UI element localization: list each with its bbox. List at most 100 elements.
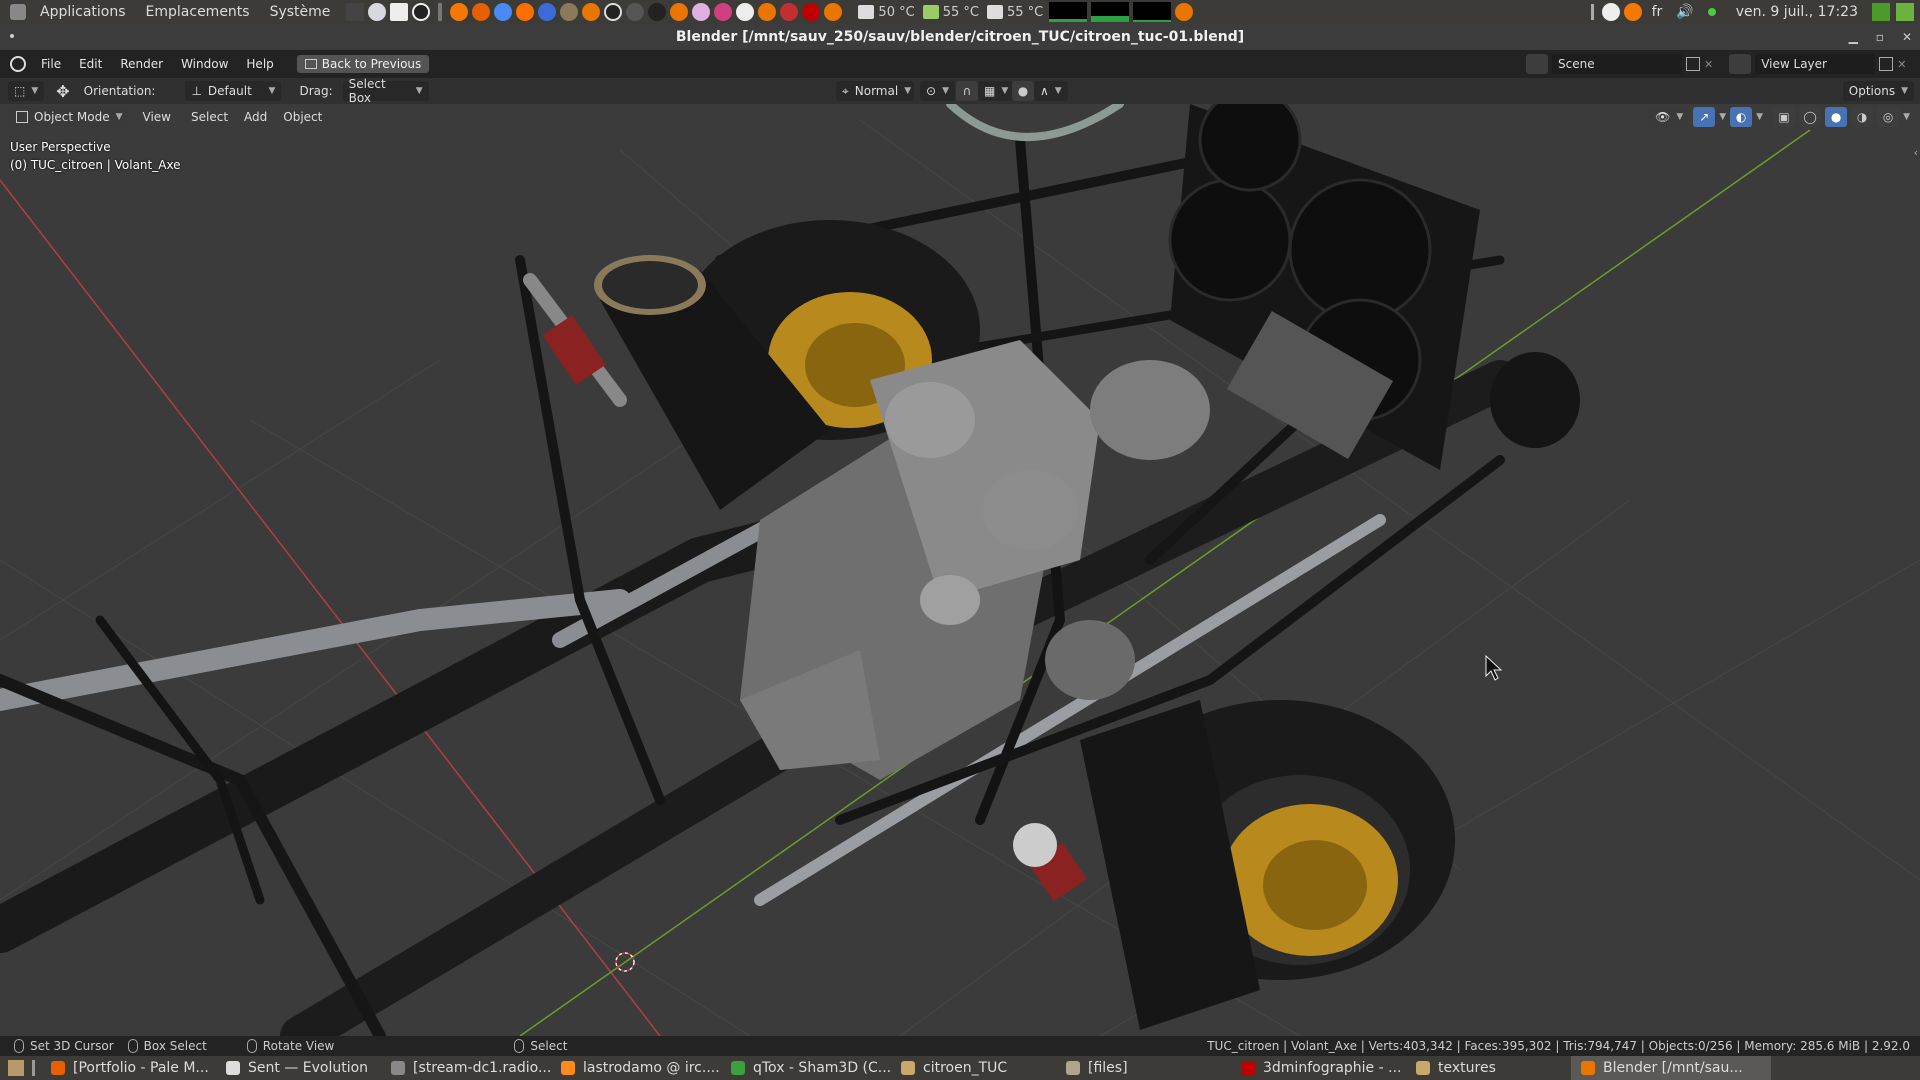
app8-icon[interactable] <box>780 3 799 21</box>
terminal-icon[interactable] <box>346 3 365 21</box>
blender3-icon[interactable] <box>758 3 777 21</box>
tray-app-icon[interactable] <box>1601 3 1620 21</box>
app2-icon[interactable] <box>516 3 535 21</box>
firefox-icon[interactable] <box>472 3 491 21</box>
remove-view-layer-icon[interactable]: ✕ <box>1897 58 1906 71</box>
menu-select[interactable]: Select <box>191 110 228 124</box>
blender-logo-icon[interactable] <box>10 56 26 72</box>
orientation-dropdown[interactable]: ⊥ Default ▼ <box>185 81 282 101</box>
app3-icon[interactable] <box>538 3 557 21</box>
blender4-icon[interactable] <box>824 3 843 21</box>
solid-shading-button[interactable]: ● <box>1825 107 1848 127</box>
os-menu-system[interactable]: Système <box>260 4 341 20</box>
gimp-icon[interactable] <box>560 3 579 21</box>
wireframe-shading-button[interactable]: ◯ <box>1799 107 1822 127</box>
filezilla-icon[interactable] <box>802 3 821 21</box>
taskbar-item[interactable]: 3dminfographie - ... <box>1231 1056 1406 1080</box>
close-icon[interactable]: ✕ <box>1902 24 1912 50</box>
app-icon[interactable] <box>412 3 431 21</box>
skull-icon[interactable] <box>736 3 755 21</box>
new-scene-icon[interactable] <box>1686 57 1700 71</box>
volume-icon[interactable]: 🔊 <box>1676 4 1693 20</box>
scene-selector[interactable]: Scene <box>1552 54 1682 74</box>
visibility-dropdown[interactable]: 👁 ▼ <box>1649 107 1690 127</box>
taskbar-item[interactable]: citroen_TUC <box>891 1056 1056 1080</box>
menu-help[interactable]: Help <box>237 57 282 71</box>
taskbar-item[interactable]: qTox - Sham3D (C... <box>721 1056 891 1080</box>
menu-view[interactable]: View <box>143 110 171 124</box>
app-tray-green-icon[interactable] <box>1872 3 1890 21</box>
transform-orientation-dropdown[interactable]: ⌖ Normal ▼ <box>836 81 914 101</box>
tray-x-icon[interactable] <box>1623 3 1642 21</box>
overlay-toggle[interactable]: ◐ <box>1730 107 1753 127</box>
taskbar-item[interactable]: [files] <box>1056 1056 1231 1080</box>
disk-icon[interactable] <box>368 3 387 21</box>
blender-launcher-icon[interactable] <box>582 3 601 21</box>
3d-viewport[interactable] <box>0 104 1920 1036</box>
show-desktop-icon[interactable] <box>8 1060 24 1076</box>
app4-icon[interactable] <box>626 3 645 21</box>
taskbar-item[interactable]: lastrodamo @ irc.... <box>551 1056 721 1080</box>
remove-scene-icon[interactable]: ✕ <box>1704 58 1713 71</box>
mode-dropdown[interactable]: Object Mode ▼ <box>10 107 129 127</box>
blender-tray-icon[interactable] <box>1175 3 1194 21</box>
app6-icon[interactable] <box>692 3 711 21</box>
taskbar-item[interactable]: textures <box>1406 1056 1571 1080</box>
mouse-left-icon <box>14 1039 24 1053</box>
falloff-dropdown[interactable]: ∧ ▼ <box>1034 81 1068 101</box>
network-status-icon[interactable] <box>1707 8 1716 16</box>
proportional-edit-toggle[interactable]: ● <box>1012 81 1034 101</box>
window-menu-dot-icon[interactable] <box>10 34 14 38</box>
blender2-icon[interactable] <box>670 3 689 21</box>
material-shading-button[interactable]: ◑ <box>1851 107 1874 127</box>
maximize-icon[interactable]: ▫ <box>1876 24 1884 50</box>
menu-add[interactable]: Add <box>244 110 267 124</box>
view-layer-selector[interactable]: View Layer <box>1755 54 1876 74</box>
back-to-previous-button[interactable]: Back to Previous <box>296 55 430 73</box>
view-layer-icon[interactable] <box>1729 54 1752 74</box>
taskbar-item[interactable]: Blender [/mnt/sau... <box>1571 1056 1771 1080</box>
minimize-icon[interactable]: ▁ <box>1849 24 1858 50</box>
snap-toggle[interactable]: ∩ <box>956 81 978 101</box>
menu-render[interactable]: Render <box>111 57 172 71</box>
scene-icon[interactable] <box>1526 54 1548 74</box>
taskbar-item[interactable]: [Portfolio - Pale M... <box>41 1056 216 1080</box>
transform-tool-icon[interactable]: ✥ <box>56 82 69 101</box>
pivot-point-dropdown[interactable]: ⊙ ▼ <box>920 81 955 101</box>
menu-window[interactable]: Window <box>172 57 237 71</box>
os-logo-icon[interactable] <box>10 4 26 20</box>
app5-icon[interactable] <box>648 3 667 21</box>
temp-monitor-1: 50 °C <box>858 5 915 20</box>
editor-type-dropdown[interactable]: ⬚ ▼ <box>8 81 45 101</box>
chromium-icon[interactable] <box>494 3 513 21</box>
snap-target-dropdown[interactable]: ▦ ▼ <box>978 81 1015 101</box>
x-app-icon[interactable] <box>450 3 469 21</box>
os-menu-applications[interactable]: Applications <box>30 4 136 20</box>
gizmo-toggle[interactable]: ↗ <box>1693 107 1716 127</box>
shading-dropdown-icon[interactable]: ▼ <box>1903 112 1910 122</box>
app-tray-green2-icon[interactable] <box>1896 3 1914 21</box>
options-dropdown[interactable]: Options ▼ <box>1842 81 1914 101</box>
clock[interactable]: ven. 9 juil., 17:23 <box>1736 4 1858 20</box>
taskbar-item[interactable]: Sent — Evolution <box>216 1056 381 1080</box>
gizmo-dropdown-icon[interactable]: ▼ <box>1719 112 1726 122</box>
proportional-icon: ● <box>1017 84 1029 98</box>
sidebar-toggle-icon[interactable]: ‹ <box>1914 146 1918 159</box>
task-app-icon <box>1581 1061 1595 1075</box>
drag-dropdown[interactable]: Select Box ▼ <box>342 77 429 105</box>
obs-icon[interactable] <box>604 3 623 21</box>
os-menu-places[interactable]: Emplacements <box>136 4 260 20</box>
menu-file[interactable]: File <box>32 57 70 71</box>
menu-edit[interactable]: Edit <box>70 57 111 71</box>
app7-icon[interactable] <box>714 3 733 21</box>
taskbar-item[interactable]: [stream-dc1.radio... <box>381 1056 551 1080</box>
menu-object[interactable]: Object <box>283 110 322 124</box>
overlay-dropdown-icon[interactable]: ▼ <box>1756 112 1763 122</box>
new-view-layer-icon[interactable] <box>1879 57 1894 71</box>
viewport-scene[interactable] <box>0 104 1920 1036</box>
notes-icon[interactable] <box>390 3 409 21</box>
xray-toggle[interactable]: ▣ <box>1773 107 1796 127</box>
keyboard-layout[interactable]: fr <box>1652 4 1663 20</box>
rendered-shading-button[interactable]: ◎ <box>1877 107 1900 127</box>
view-layer-name: View Layer <box>1761 57 1827 71</box>
